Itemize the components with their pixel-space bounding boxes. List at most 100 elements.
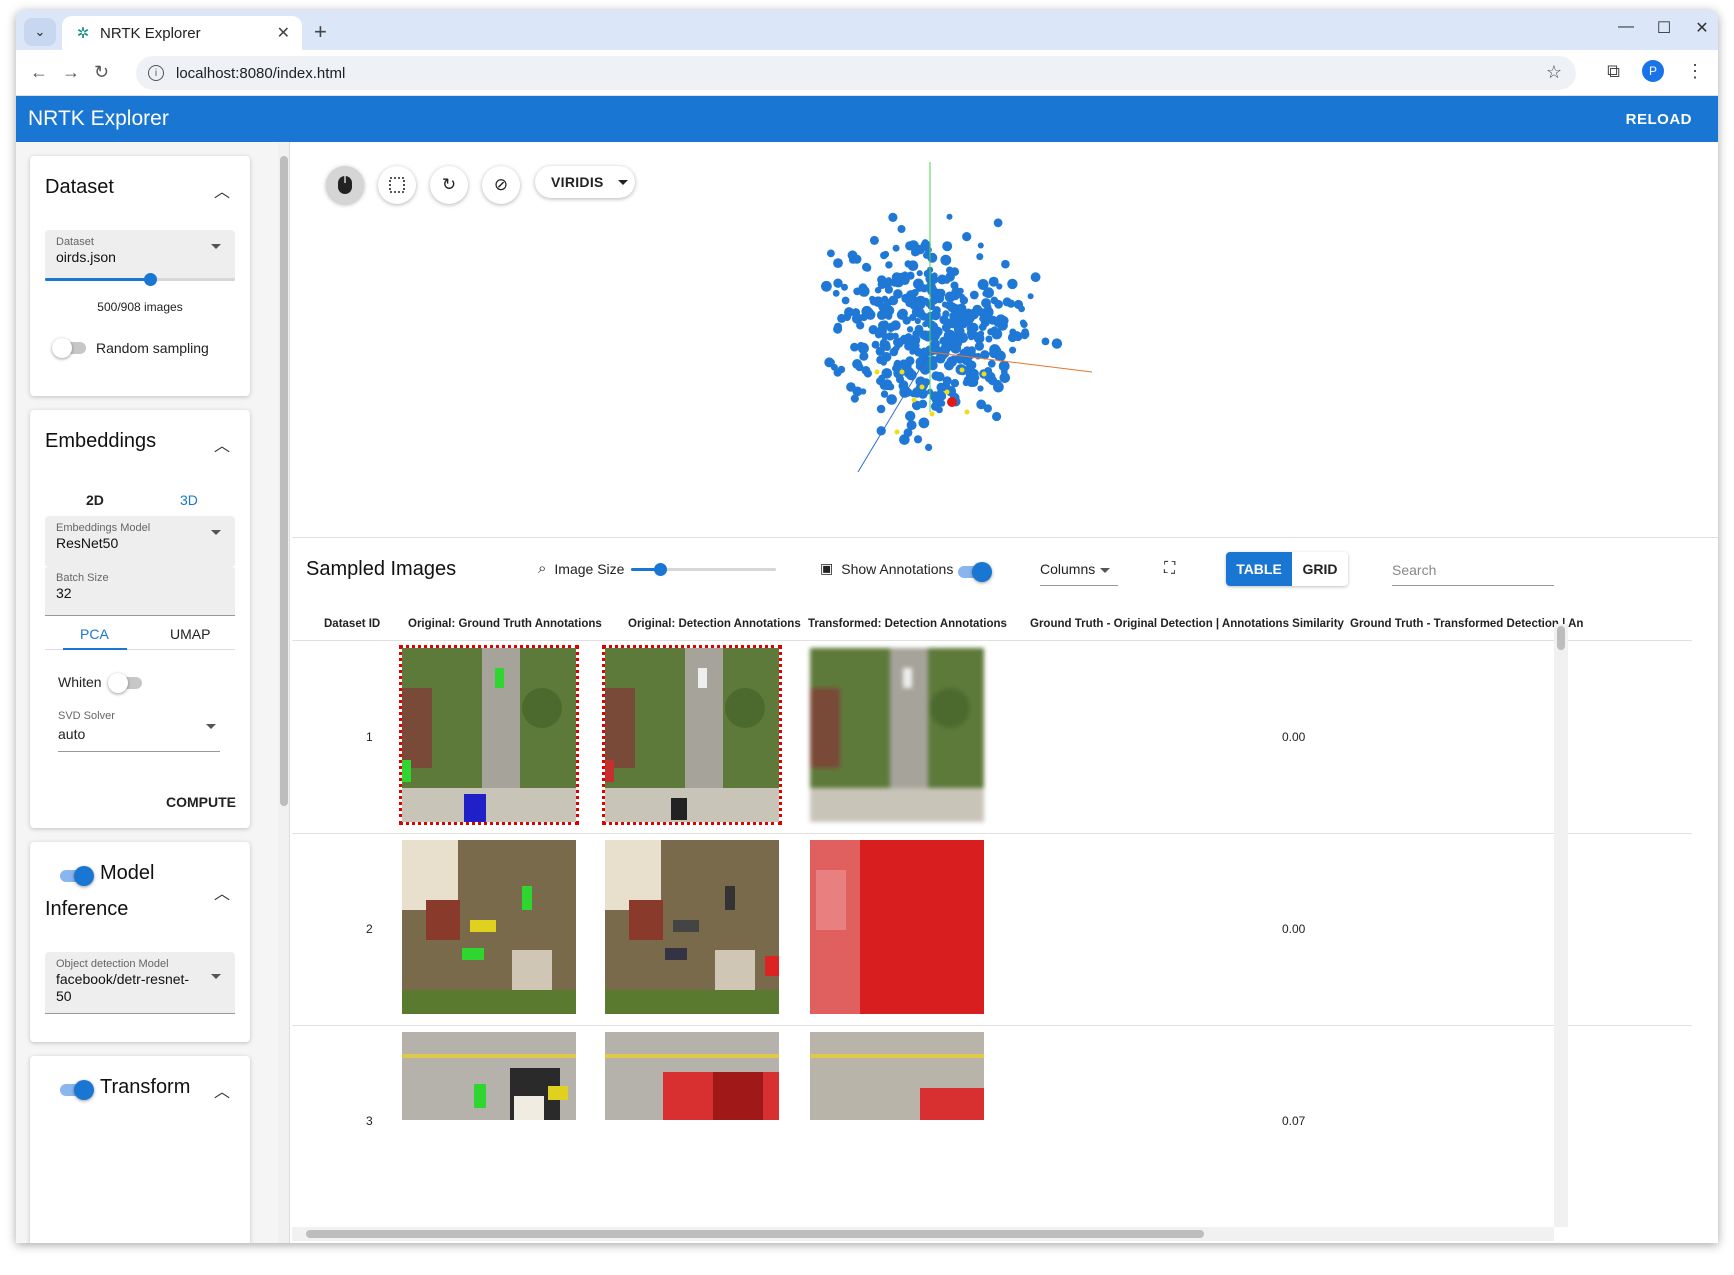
highlighted-point[interactable] [944, 389, 950, 395]
embedding-point[interactable] [905, 356, 915, 366]
embedding-point[interactable] [942, 310, 950, 318]
column-header[interactable]: Dataset ID [324, 618, 380, 630]
slider-handle[interactable] [654, 563, 667, 576]
chevron-up-icon[interactable]: ︿ [214, 1078, 230, 1102]
embedding-point[interactable] [952, 318, 961, 327]
random-sampling-toggle[interactable] [52, 338, 86, 358]
search-input[interactable]: Search [1392, 554, 1554, 586]
embedding-point[interactable] [918, 417, 930, 429]
new-tab-icon[interactable]: + [314, 19, 327, 45]
embedding-point[interactable] [880, 251, 888, 260]
embedding-scatter-plot[interactable] [752, 152, 1132, 512]
embedding-point[interactable] [950, 291, 960, 301]
site-info-icon[interactable]: i [148, 65, 164, 81]
original-detection-image[interactable] [602, 645, 782, 825]
image-size-slider[interactable] [631, 563, 776, 576]
embedding-point[interactable] [906, 413, 914, 421]
embedding-point[interactable] [882, 279, 892, 289]
embedding-point[interactable] [880, 390, 889, 398]
embedding-point[interactable] [1007, 332, 1018, 343]
embedding-point[interactable] [833, 258, 843, 268]
svd-solver-select[interactable]: SVD Solver auto [58, 708, 220, 752]
browser-tab[interactable]: ✲ NRTK Explorer ✕ [62, 16, 302, 50]
minimize-icon[interactable]: — [1618, 18, 1634, 38]
transformed-detection-image[interactable] [810, 840, 984, 1014]
column-header[interactable]: Ground Truth - Transformed Detection | A… [1350, 618, 1583, 630]
column-header[interactable]: Ground Truth - Original Detection | Anno… [1030, 618, 1344, 630]
highlighted-point[interactable] [874, 369, 880, 375]
slider-handle[interactable] [143, 273, 157, 286]
embedding-point[interactable] [898, 381, 907, 391]
reload-page-icon[interactable]: ↻ [94, 62, 109, 83]
browser-menu-icon[interactable]: ⋮ [1686, 61, 1704, 82]
embedding-point[interactable] [862, 262, 871, 272]
chevron-up-icon[interactable]: ︿ [214, 432, 230, 456]
embedding-point[interactable] [946, 356, 957, 367]
embedding-point[interactable] [911, 289, 919, 297]
highlighted-point[interactable] [929, 411, 935, 417]
embedding-point[interactable] [902, 316, 911, 325]
table-horizontal-scrollbar[interactable] [292, 1227, 1554, 1241]
tab-3d[interactable]: 3D [180, 492, 198, 508]
mouse-icon[interactable] [326, 166, 364, 204]
embedding-point[interactable] [1007, 278, 1018, 290]
embedding-point[interactable] [907, 260, 919, 271]
embedding-point[interactable] [990, 326, 999, 335]
embedding-point[interactable] [941, 344, 951, 354]
embedding-point[interactable] [959, 293, 965, 300]
chevron-up-icon[interactable]: ︿ [214, 880, 230, 904]
dataset-select[interactable]: Dataset oirds.json [45, 230, 235, 280]
embedding-point[interactable] [940, 254, 952, 266]
table-row[interactable]: 3 0.07 [292, 1026, 1692, 1218]
close-tab-icon[interactable]: ✕ [277, 23, 290, 43]
embedding-point[interactable] [858, 283, 868, 293]
embedding-point[interactable] [852, 359, 863, 369]
embedding-point[interactable] [998, 360, 1010, 372]
close-window-icon[interactable]: ✕ [1694, 18, 1710, 38]
embedding-point[interactable] [885, 261, 893, 269]
embedding-point[interactable] [993, 379, 1002, 389]
embedding-point[interactable] [903, 367, 915, 378]
embedding-point[interactable] [888, 212, 898, 222]
embedding-point[interactable] [897, 225, 906, 233]
extensions-icon[interactable]: ⧉ [1607, 61, 1620, 82]
box-select-icon[interactable] [378, 166, 416, 204]
embedding-point[interactable] [1027, 293, 1034, 300]
embedding-point[interactable] [869, 296, 879, 306]
embedding-point[interactable] [965, 318, 973, 326]
tab-pca[interactable]: PCA [80, 626, 109, 642]
embedding-point[interactable] [934, 346, 942, 353]
embedding-point[interactable] [892, 244, 900, 252]
embedding-point[interactable] [883, 310, 893, 319]
embedding-point[interactable] [844, 307, 854, 318]
reload-button[interactable]: RELOAD [1626, 111, 1692, 128]
batch-size-field[interactable]: Batch Size 32 [45, 566, 235, 616]
detection-model-select[interactable]: Object detection Model facebook/detr-res… [45, 952, 235, 1014]
embedding-point[interactable] [906, 326, 914, 333]
forward-icon[interactable]: → [62, 62, 80, 83]
tab-2d[interactable]: 2D [86, 492, 104, 508]
embedding-point[interactable] [1001, 259, 1010, 269]
sidebar-scrollbar[interactable] [278, 142, 290, 1243]
columns-select[interactable]: Columns [1040, 552, 1118, 586]
embedding-point[interactable] [992, 411, 1002, 422]
embedding-point[interactable] [1020, 329, 1030, 339]
highlighted-point[interactable] [964, 409, 970, 415]
embedding-point[interactable] [876, 355, 885, 365]
embedding-point[interactable] [1009, 346, 1017, 354]
tab-umap[interactable]: UMAP [170, 626, 210, 642]
embedding-point[interactable] [909, 348, 916, 355]
embedding-point[interactable] [945, 378, 952, 385]
embedding-point[interactable] [830, 363, 838, 371]
embedding-point[interactable] [893, 345, 900, 351]
embedding-point[interactable] [821, 280, 832, 292]
highlighted-point[interactable] [899, 369, 905, 375]
original-detection-image[interactable] [605, 840, 779, 1014]
embedding-point[interactable] [865, 307, 874, 317]
embedding-point[interactable] [950, 379, 960, 388]
embedding-point[interactable] [841, 296, 850, 305]
embedding-point[interactable] [929, 275, 939, 284]
highlighted-point[interactable] [911, 397, 917, 403]
embedding-point[interactable] [832, 289, 840, 297]
table-row[interactable]: 1 0.00 [292, 642, 1692, 834]
